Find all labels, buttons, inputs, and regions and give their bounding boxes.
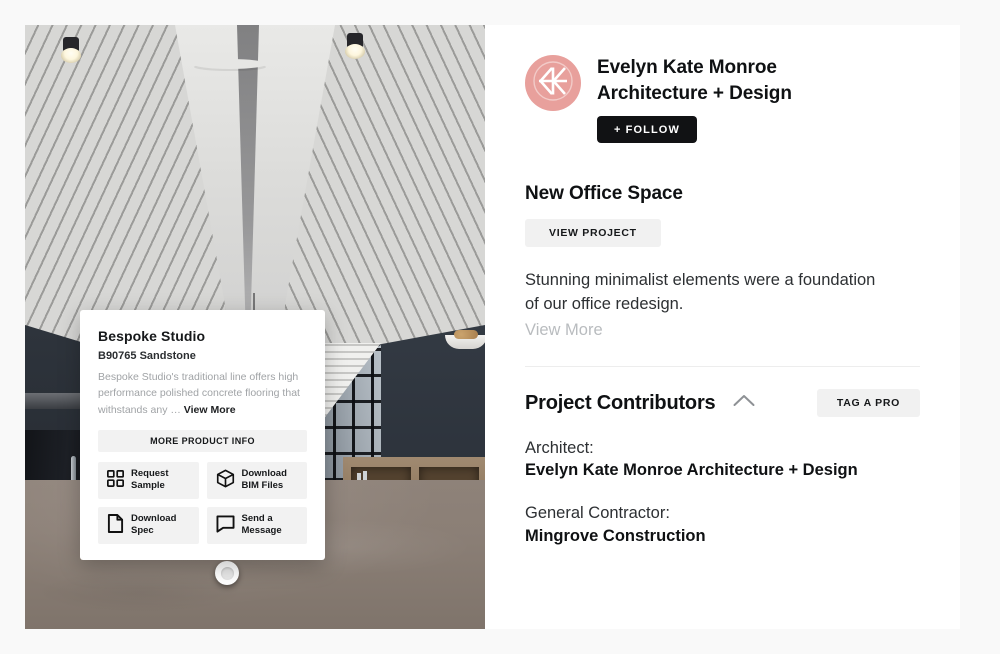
request-sample-label: Request Sample (131, 468, 169, 492)
product-description: Bespoke Studio's traditional line offers… (98, 369, 307, 418)
contributor-entry: Architect: Evelyn Kate Monroe Architectu… (525, 437, 920, 482)
avatar[interactable] (525, 55, 581, 111)
ceiling-spotlight-icon (61, 37, 81, 63)
contributor-name[interactable]: Mingrove Construction (525, 525, 920, 548)
contributor-role: Architect: (525, 439, 594, 458)
request-sample-button[interactable]: Request Sample (98, 461, 199, 499)
product-sku: B90765 Sandstone (98, 350, 196, 362)
creator-text-block: Evelyn Kate Monroe Architecture + Design… (597, 55, 792, 144)
product-actions-grid: Request Sample Download BIM Files Downlo… (98, 461, 307, 544)
contributor-entry: General Contractor: Mingrove Constructio… (525, 502, 920, 547)
follow-button[interactable]: + FOLLOW (597, 116, 697, 144)
project-photo-pane[interactable]: Bespoke Studio B90765 Sandstone Bespoke … (25, 25, 485, 629)
ceiling-spotlight-icon (345, 33, 365, 59)
contributor-role: General Contractor: (525, 504, 670, 523)
download-spec-button[interactable]: Download Spec (98, 506, 199, 544)
creator-name: Evelyn Kate Monroe Architecture + Design (597, 57, 792, 104)
creator-header: Evelyn Kate Monroe Architecture + Design… (525, 55, 920, 144)
grid-squares-icon (107, 470, 124, 490)
document-page-icon (107, 514, 124, 536)
section-divider (525, 366, 920, 368)
cube-3d-icon (216, 469, 235, 491)
app-root: Bespoke Studio B90765 Sandstone Bespoke … (0, 0, 1000, 654)
product-title: Bespoke Studio (98, 328, 206, 344)
product-info-card[interactable]: Bespoke Studio B90765 Sandstone Bespoke … (80, 310, 325, 560)
more-product-info-button[interactable]: MORE PRODUCT INFO (98, 429, 307, 452)
download-bim-files-label: Download BIM Files (241, 468, 287, 492)
project-info-panel: Evelyn Kate Monroe Architecture + Design… (485, 25, 960, 629)
contributor-name[interactable]: Evelyn Kate Monroe Architecture + Design (525, 459, 920, 482)
ceiling-fan (193, 59, 267, 69)
project-view-more-link[interactable]: View More (525, 321, 603, 340)
chevron-up-icon[interactable] (733, 394, 755, 412)
contributors-title: Project Contributors (525, 391, 716, 414)
logo-chevron-mark-icon (532, 60, 574, 107)
view-project-button[interactable]: VIEW PROJECT (525, 219, 661, 248)
download-spec-label: Download Spec (131, 513, 177, 537)
product-view-more-link[interactable]: View More (184, 404, 236, 416)
download-bim-files-button[interactable]: Download BIM Files (206, 461, 307, 499)
send-a-message-label: Send a Message (241, 513, 282, 537)
speech-bubble-icon (216, 515, 235, 536)
send-a-message-button[interactable]: Send a Message (206, 506, 307, 544)
tag-a-pro-button[interactable]: TAG A PRO (816, 389, 920, 418)
decorative-bowl (445, 330, 485, 349)
project-description: Stunning minimalist elements were a foun… (525, 271, 876, 314)
page-title: New Office Space (525, 183, 683, 205)
contributors-header: Project Contributors TAG A PRO (525, 389, 920, 418)
hotspot-marker[interactable] (215, 561, 239, 585)
